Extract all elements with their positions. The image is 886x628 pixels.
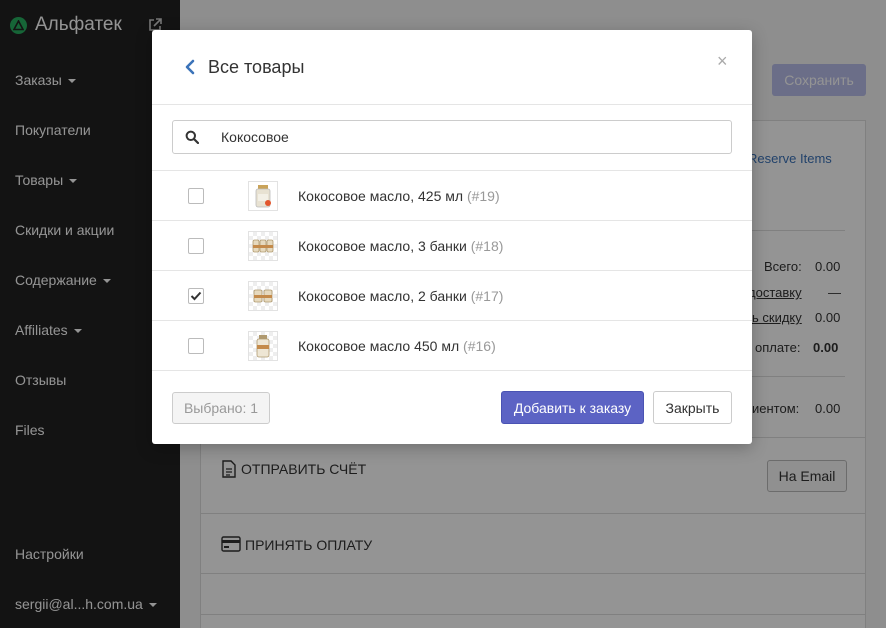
product-id: (#19) — [466, 188, 500, 204]
product-row[interactable]: Кокосовое масло, 2 банки (#17) — [152, 271, 752, 321]
selected-count-button[interactable]: Выбрано: 1 — [172, 392, 270, 424]
product-id: (#16) — [463, 338, 496, 354]
product-row[interactable]: Кокосовое масло 450 мл (#16) — [152, 321, 752, 371]
modal-footer: Выбрано: 1 Добавить к заказу Закрыть — [152, 370, 752, 444]
product-row[interactable]: Кокосовое масло, 3 банки (#18) — [152, 221, 752, 271]
search-icon — [185, 130, 200, 145]
back-chevron-icon[interactable] — [184, 59, 196, 75]
product-label: Кокосовое масло 450 мл (#16) — [298, 338, 496, 354]
product-thumbnail — [248, 181, 278, 211]
product-checkbox[interactable] — [188, 238, 204, 254]
product-checkbox[interactable] — [188, 188, 204, 204]
modal-title: Все товары — [208, 57, 305, 77]
product-checkbox-checked[interactable] — [188, 288, 204, 304]
close-button[interactable]: Закрыть — [653, 391, 732, 424]
product-name: Кокосовое масло 450 мл — [298, 338, 460, 354]
product-picker-modal: Все товары × Кокосовое масло, 425 мл (#1… — [152, 30, 752, 444]
product-checkbox[interactable] — [188, 338, 204, 354]
search-input[interactable] — [221, 121, 721, 153]
product-name: Кокосовое масло, 3 банки — [298, 238, 467, 254]
product-thumbnail — [248, 281, 278, 311]
product-list: Кокосовое масло, 425 мл (#19) Кокосовое … — [152, 170, 752, 371]
product-id: (#17) — [470, 288, 504, 304]
modal-header: Все товары × — [152, 30, 752, 105]
add-to-order-button[interactable]: Добавить к заказу — [501, 391, 644, 424]
product-label: Кокосовое масло, 2 банки (#17) — [298, 288, 503, 304]
close-icon[interactable]: × — [717, 51, 728, 72]
search-box — [172, 120, 732, 154]
product-name: Кокосовое масло, 425 мл — [298, 188, 464, 204]
product-row[interactable]: Кокосовое масло, 425 мл (#19) — [152, 171, 752, 221]
product-thumbnail — [248, 331, 278, 361]
product-id: (#18) — [470, 238, 504, 254]
product-label: Кокосовое масло, 425 мл (#19) — [298, 188, 500, 204]
product-name: Кокосовое масло, 2 банки — [298, 288, 467, 304]
product-label: Кокосовое масло, 3 банки (#18) — [298, 238, 503, 254]
product-thumbnail — [248, 231, 278, 261]
